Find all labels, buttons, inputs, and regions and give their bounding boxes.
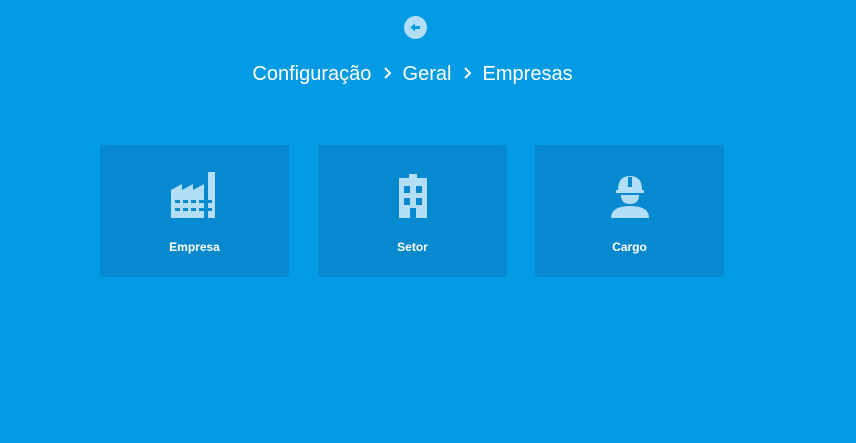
worker-helmet-icon	[535, 170, 724, 220]
chevron-right-icon	[383, 61, 393, 87]
card-label: Cargo	[612, 240, 647, 254]
breadcrumb: Configuração Geral Empresas	[0, 61, 825, 87]
breadcrumb-item-geral[interactable]: Geral	[403, 63, 452, 85]
card-label: Setor	[397, 240, 428, 254]
card-setor[interactable]: Setor	[318, 145, 507, 277]
factory-icon	[100, 170, 289, 220]
building-icon	[318, 170, 507, 220]
card-label: Empresa	[169, 240, 220, 254]
card-cargo[interactable]: Cargo	[535, 145, 724, 277]
chevron-right-icon	[463, 61, 473, 87]
card-empresa[interactable]: Empresa	[100, 145, 289, 277]
arrow-left-icon	[410, 23, 420, 32]
back-button[interactable]	[404, 16, 427, 39]
breadcrumb-item-empresas: Empresas	[482, 63, 573, 85]
breadcrumb-item-configuracao[interactable]: Configuração	[252, 63, 371, 85]
